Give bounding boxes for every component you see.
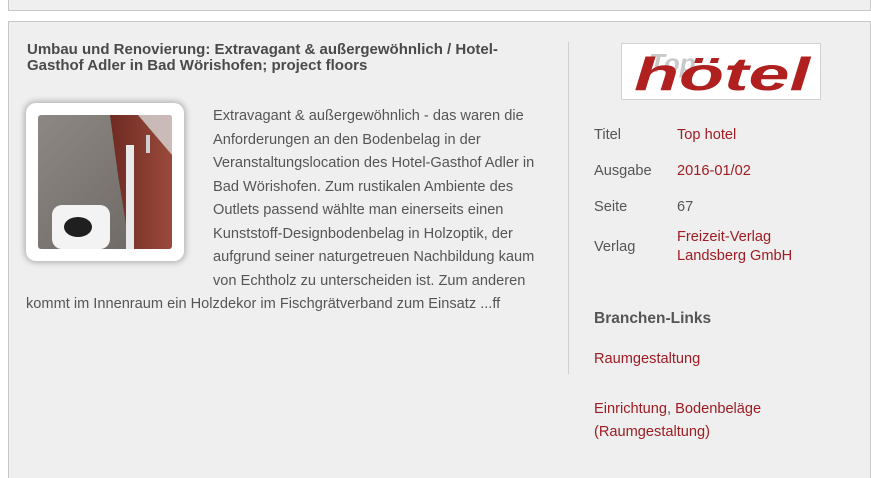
branchen-link-row: Raumgestaltung [594, 348, 700, 371]
detail-value-link[interactable]: Freizeit-Verlag Landsberg GmbH [677, 225, 817, 269]
detail-value-link[interactable]: 2016-01/02 [677, 153, 817, 189]
branchen-links-heading: Branchen-Links [594, 310, 712, 327]
detail-value: 67 [677, 198, 694, 215]
svg-text:hötel: hötel [634, 48, 812, 99]
branchen-link-row: Einrichtung, Bodenbeläge (Raumgestaltung… [594, 398, 824, 444]
link-separator: , [667, 401, 676, 417]
top-panel-edge [8, 0, 871, 11]
article-title[interactable]: Umbau und Renovierung: Extravagant & auß… [27, 42, 547, 74]
detail-label: Titel [594, 126, 622, 143]
article-panel: Umbau und Renovierung: Extravagant & auß… [8, 21, 871, 478]
article-teaser: Extravagant & außergewöhnlich - das ware… [26, 108, 535, 312]
detail-row-titel: Titel Top hotel [594, 117, 817, 153]
branchen-link-raumgestaltung[interactable]: Raumgestaltung [594, 351, 700, 367]
detail-row-seite: Seite 67 [594, 189, 817, 225]
detail-label: Ausgabe [594, 162, 652, 179]
top-hotel-logo-icon: Top hötel [634, 48, 812, 100]
column-divider [568, 42, 569, 374]
detail-label: Seite [594, 198, 628, 215]
detail-value-link[interactable]: Top hotel [677, 117, 817, 153]
publication-logo[interactable]: Top hötel [621, 43, 821, 100]
detail-row-verlag: Verlag Freizeit-Verlag Landsberg GmbH [594, 225, 817, 269]
publication-details: Titel Top hotel Ausgabe 2016-01/02 Seite… [594, 117, 817, 269]
branchen-link-einrichtung[interactable]: Einrichtung [594, 401, 667, 417]
detail-row-ausgabe: Ausgabe 2016-01/02 [594, 153, 817, 189]
detail-label: Verlag [594, 238, 636, 255]
